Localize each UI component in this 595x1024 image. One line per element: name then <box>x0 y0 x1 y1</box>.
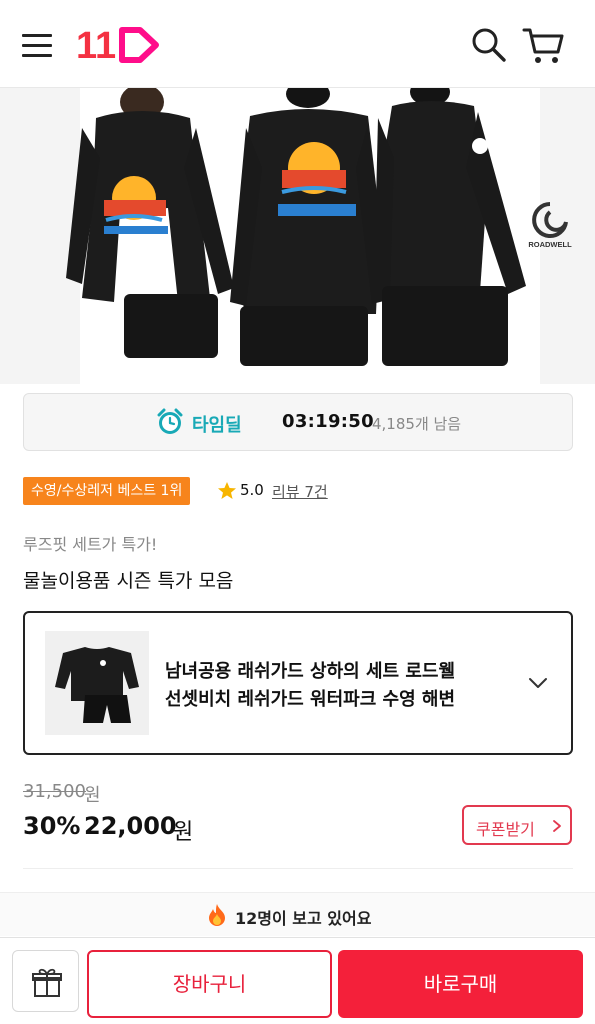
best-rank-badge[interactable]: 수영/수상레저 베스트 1위 <box>23 477 191 505</box>
menu-icon[interactable] <box>22 30 54 60</box>
divider <box>23 868 573 869</box>
viewers-count-text: 12명이 보고 있어요 <box>235 909 372 928</box>
add-to-cart-button[interactable]: 장바구니 <box>87 950 332 1018</box>
sale-price: 22,000 <box>84 812 177 840</box>
star-icon <box>218 482 236 499</box>
alarm-clock-icon <box>157 408 183 434</box>
cart-icon[interactable] <box>522 26 566 66</box>
discount-rate: 30% <box>23 812 81 840</box>
option-selector[interactable]: 남녀공용 래쉬가드 상하의 세트 로드웰 선셋비치 레쉬가드 워터파크 수영 해… <box>23 611 573 755</box>
models-illustration <box>66 88 526 366</box>
option-name-line1: 남녀공용 래쉬가드 상하의 세트 로드웰 <box>165 661 456 682</box>
option-name-line2: 선셋비치 레쉬가드 워터파크 수영 해변 <box>165 689 456 710</box>
chevron-down-icon[interactable] <box>527 675 549 691</box>
time-deal-banner: 타임딜 03:19:50 4,185개 남음 <box>23 393 573 451</box>
option-thumbnail <box>45 631 149 735</box>
brand-logo: ROADWELL <box>528 202 572 249</box>
remaining-stock: 4,185개 남음 <box>372 415 462 433</box>
fire-icon <box>209 904 225 926</box>
logo[interactable]: 11 <box>76 24 160 66</box>
gift-icon <box>32 968 62 997</box>
get-coupon-button[interactable]: 쿠폰받기 <box>462 805 572 845</box>
bottom-action-bar: 장바구니 바로구매 <box>0 937 595 1024</box>
search-icon[interactable] <box>470 26 508 64</box>
time-deal-label: 타임딜 <box>192 415 242 436</box>
review-count-link[interactable]: 리뷰 7건 <box>272 481 328 502</box>
gift-button[interactable] <box>12 950 79 1012</box>
product-image[interactable]: ROADWELL <box>0 88 595 384</box>
viewers-notice: 12명이 보고 있어요 <box>0 892 595 936</box>
rating-score: 5.0 <box>240 481 264 499</box>
product-subtitle: 루즈핏 세트가 특가! <box>23 535 158 554</box>
svg-text:11: 11 <box>76 25 116 66</box>
svg-text:ROADWELL: ROADWELL <box>528 240 572 249</box>
original-price-unit: 원 <box>84 785 101 806</box>
chevron-right-icon <box>553 820 561 832</box>
coupon-label: 쿠폰받기 <box>476 820 535 839</box>
countdown-timer: 03:19:50 <box>282 411 374 432</box>
original-price: 31,500 <box>23 781 86 802</box>
product-title: 물놀이용품 시즌 특가 모음 <box>23 570 234 592</box>
header: 11 <box>0 0 595 88</box>
sale-price-unit: 원 <box>173 820 194 845</box>
buy-now-button[interactable]: 바로구매 <box>338 950 583 1018</box>
